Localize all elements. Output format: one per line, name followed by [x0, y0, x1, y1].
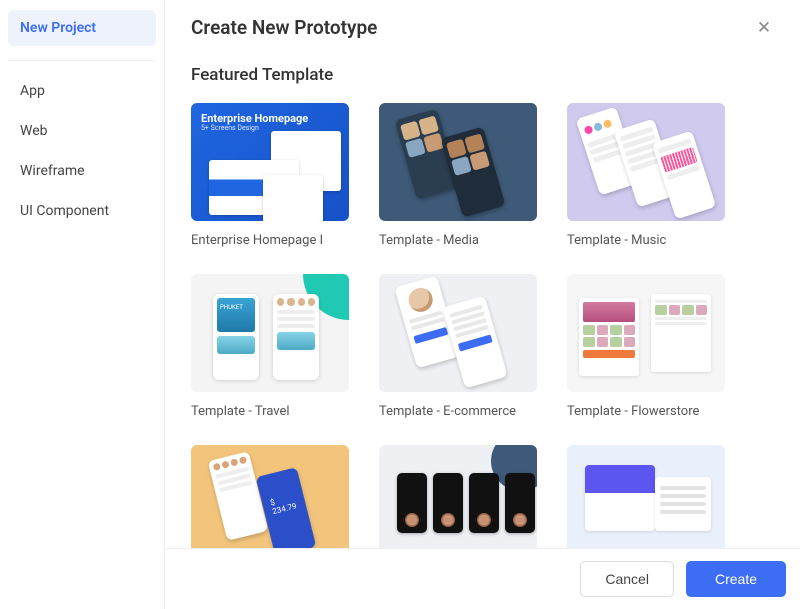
template-card-enterprise-homepage[interactable]: Enterprise Homepage 5+ Screens Design En… [191, 103, 349, 248]
template-thumbnail [379, 274, 537, 392]
template-label: Enterprise Homepage I [191, 233, 349, 248]
main: Create New Prototype ✕ Featured Template… [165, 0, 800, 609]
sidebar-divider [8, 60, 156, 61]
sidebar: New Project App Web Wireframe UI Compone… [0, 0, 165, 609]
sidebar-item-wireframe[interactable]: Wireframe [8, 151, 156, 191]
template-label: Template - E-commerce [379, 404, 537, 419]
template-thumbnail: Enterprise Homepage 5+ Screens Design [191, 103, 349, 221]
close-button[interactable]: ✕ [754, 18, 774, 38]
sidebar-item-ui-component[interactable]: UI Component [8, 191, 156, 231]
content-scroll[interactable]: Featured Template Enterprise Homepage 5+… [165, 47, 800, 609]
sidebar-item-app[interactable]: App [8, 71, 156, 111]
dialog-footer: Cancel Create [165, 548, 800, 609]
template-card-travel[interactable]: PHUKET Template - Travel [191, 274, 349, 419]
template-grid: Enterprise Homepage 5+ Screens Design En… [191, 103, 774, 601]
dialog-title: Create New Prototype [191, 16, 377, 39]
template-label: Template - Music [567, 233, 725, 248]
template-card-music[interactable]: Template - Music [567, 103, 725, 248]
template-card-ecommerce[interactable]: Template - E-commerce [379, 274, 537, 419]
template-label: Template - Flowerstore [567, 404, 725, 419]
template-thumbnail: PHUKET [191, 274, 349, 392]
template-thumbnail [567, 274, 725, 392]
template-card-media[interactable]: Template - Media [379, 103, 537, 248]
template-thumbnail: $ 234.79 [191, 445, 349, 563]
template-thumbnail [379, 103, 537, 221]
template-card-flowerstore[interactable]: Template - Flowerstore [567, 274, 725, 419]
cancel-button[interactable]: Cancel [580, 561, 674, 597]
create-button[interactable]: Create [686, 561, 786, 597]
sidebar-item-web[interactable]: Web [8, 111, 156, 151]
template-thumbnail [567, 445, 725, 563]
template-thumbnail [567, 103, 725, 221]
create-prototype-dialog: New Project App Web Wireframe UI Compone… [0, 0, 800, 609]
template-thumbnail [379, 445, 537, 563]
template-label: Template - Travel [191, 404, 349, 419]
sidebar-new-project[interactable]: New Project [8, 10, 156, 46]
template-label: Template - Media [379, 233, 537, 248]
close-icon: ✕ [757, 18, 771, 38]
dialog-header: Create New Prototype ✕ [165, 0, 800, 47]
section-title: Featured Template [191, 65, 774, 85]
